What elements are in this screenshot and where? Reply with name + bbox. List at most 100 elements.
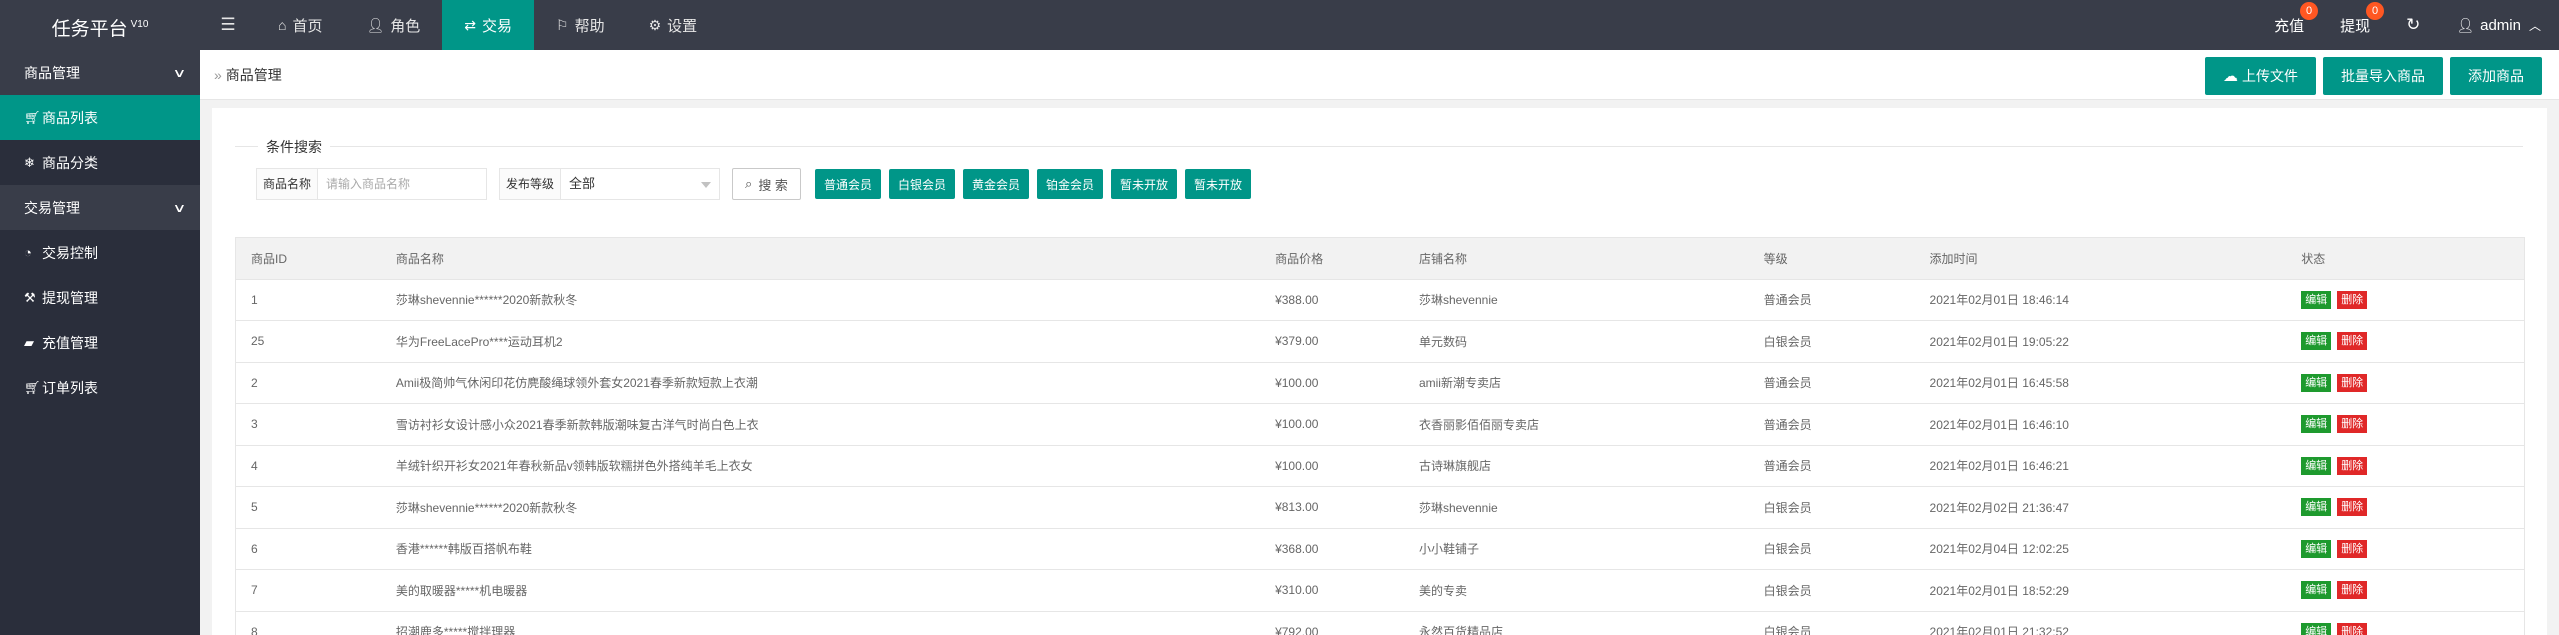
nav-role-label: 角色 xyxy=(390,17,421,35)
breadcrumb-label[interactable]: 商品管理 xyxy=(226,67,282,83)
cell-shop: 美的专卖 xyxy=(1418,583,1467,598)
recharge-link[interactable]: 充值 0 xyxy=(2256,0,2322,50)
recharge-label: 充值 xyxy=(2274,17,2305,35)
nav-trade[interactable]: ⇄ 交易 xyxy=(442,0,535,50)
cell-shop: 单元数码 xyxy=(1418,334,1467,349)
cell-added-time: 2021年02月02日 21:36:47 xyxy=(1929,500,2069,515)
top-bar: 任务平台 V10 ☰ ⌂ 首页 👤︎ 角色 ⇄ 交易 ⚐ 帮助 ⚙ 设置 充值 0 提现 0 ↻… xyxy=(0,0,2559,50)
cloud-upload-icon: ☁ xyxy=(2223,68,2238,85)
cell-name: 招潮鹿多*****搅拌理器 xyxy=(395,625,516,635)
cell-level: 普通会员 xyxy=(1763,459,1812,474)
chevron-down-icon: ∨ xyxy=(172,65,187,80)
brand-title: 任务平台 xyxy=(51,19,128,40)
cell-added-time: 2021年02月01日 18:52:29 xyxy=(1929,583,2069,598)
nav-settings-label: 设置 xyxy=(667,17,698,35)
delete-button[interactable]: 删除 xyxy=(2337,415,2368,434)
level-button-ordinary[interactable]: 普通会员 xyxy=(814,169,881,199)
header-price: 商品价格 xyxy=(1275,251,1324,266)
sidebar-item-goods-category[interactable]: ❄ 商品分类 xyxy=(0,140,200,185)
cell-price: ¥100.00 xyxy=(1275,417,1319,432)
search-button-label: 搜 索 xyxy=(758,177,788,193)
level-select[interactable]: 全部 xyxy=(560,168,721,200)
sidebar-item-trade-control[interactable]: ◔ 交易控制 xyxy=(0,230,200,275)
delete-button[interactable]: 删除 xyxy=(2337,539,2368,558)
cell-status: 编辑 删除 xyxy=(2286,290,2524,309)
search-icon: ⌕ xyxy=(745,176,753,191)
edit-button[interactable]: 编辑 xyxy=(2301,498,2332,517)
cell-id: 1 xyxy=(251,292,258,307)
edit-button[interactable]: 编辑 xyxy=(2301,539,2332,558)
table-row: 7 美的取暖器*****机电暖器 ¥310.00 美的专卖 白银会员 2021年02月01… xyxy=(236,570,2524,612)
nav-home[interactable]: ⌂ 首页 xyxy=(256,0,344,50)
level-button-gold[interactable]: 黄金会员 xyxy=(962,169,1029,199)
level-button-platinum[interactable]: 铂金会员 xyxy=(1036,169,1103,199)
cell-name: 莎琳shevennie******2020新款秋冬 xyxy=(395,500,578,515)
brand-logo[interactable]: 任务平台 V10 xyxy=(0,0,200,50)
cell-id: 8 xyxy=(251,624,258,635)
upload-file-label: 上传文件 xyxy=(2242,68,2298,84)
flag-icon: ⚐ xyxy=(556,16,569,33)
delete-button[interactable]: 删除 xyxy=(2337,456,2368,475)
sidebar-item-goods-list[interactable]: 🛒︎ 商品列表 xyxy=(0,95,200,140)
withdraw-link[interactable]: 提现 0 xyxy=(2322,0,2388,50)
sidebar-item-label: 提现管理 xyxy=(42,289,98,306)
delete-button[interactable]: 删除 xyxy=(2337,581,2368,600)
header-id: 商品ID xyxy=(251,251,288,266)
edit-button[interactable]: 编辑 xyxy=(2301,332,2332,351)
search-row: 商品名称 发布等级 全部 ⌕ 搜 索 普通会员 白银会员 黄金会员 铂金会员 暂未… xyxy=(256,168,1252,200)
cell-price: ¥100.00 xyxy=(1275,458,1319,473)
cell-status: 编辑 删除 xyxy=(2286,498,2524,517)
nav-help[interactable]: ⚐ 帮助 xyxy=(534,0,627,50)
edit-button[interactable]: 编辑 xyxy=(2301,581,2332,600)
withdraw-label: 提现 xyxy=(2340,17,2371,35)
cell-id: 5 xyxy=(251,500,258,515)
gear-icon: ⚙ xyxy=(648,16,662,33)
table-row: 2 Amii极简帅气休闲印花仿麂酸绳球领外套女2021春季新款短款上衣潮 ¥100.… xyxy=(236,363,2524,404)
cell-added-time: 2021年02月01日 21:32:52 xyxy=(1929,625,2069,635)
sidebar-item-recharge[interactable]: ▰ 充值管理 xyxy=(0,320,200,365)
cell-name: 美的取暖器*****机电暖器 xyxy=(395,583,528,598)
edit-button[interactable]: 编辑 xyxy=(2301,290,2332,309)
brand-version: V10 xyxy=(130,19,149,30)
cell-price: ¥310.00 xyxy=(1275,583,1319,598)
user-icon: 👤︎ xyxy=(366,16,385,33)
goods-name-input[interactable] xyxy=(317,168,488,200)
menu-toggle-button[interactable]: ☰ xyxy=(200,0,256,50)
sidebar-group-trade[interactable]: 交易管理 ∨ xyxy=(0,185,200,230)
level-button-closed-1[interactable]: 暂未开放 xyxy=(1111,169,1178,199)
search-button[interactable]: ⌕ 搜 索 xyxy=(732,168,801,200)
nav-role[interactable]: 👤︎ 角色 xyxy=(344,0,442,50)
cell-level: 白银会员 xyxy=(1763,583,1812,598)
recharge-badge: 0 xyxy=(2300,2,2319,20)
user-avatar-icon: 👤︎ xyxy=(2456,16,2475,33)
edit-button[interactable]: 编辑 xyxy=(2301,373,2332,392)
delete-button[interactable]: 删除 xyxy=(2337,332,2368,351)
user-menu[interactable]: 👤︎ admin ︿ xyxy=(2438,0,2559,50)
home-icon: ⌂ xyxy=(278,17,287,33)
top-nav: ☰ ⌂ 首页 👤︎ 角色 ⇄ 交易 ⚐ 帮助 ⚙ 设置 xyxy=(200,0,719,50)
sidebar-item-label: 商品列表 xyxy=(42,109,98,126)
sidebar-item-orders[interactable]: 🛒︎ 订单列表 xyxy=(0,365,200,410)
sidebar-item-withdraw[interactable]: ⚒ 提现管理 xyxy=(0,275,200,320)
cell-status: 编辑 删除 xyxy=(2286,581,2524,600)
refresh-button[interactable]: ↻ xyxy=(2388,0,2438,50)
edit-button[interactable]: 编辑 xyxy=(2301,456,2332,475)
delete-button[interactable]: 删除 xyxy=(2337,373,2368,392)
delete-button[interactable]: 删除 xyxy=(2337,290,2368,309)
upload-file-button[interactable]: ☁ 上传文件 xyxy=(2205,57,2316,95)
batch-import-button[interactable]: 批量导入商品 xyxy=(2323,57,2443,95)
chevron-up-icon: ︿ xyxy=(2528,18,2541,33)
cell-status: 编辑 删除 xyxy=(2286,456,2524,475)
level-button-closed-2[interactable]: 暂未开放 xyxy=(1185,169,1252,199)
nav-settings[interactable]: ⚙ 设置 xyxy=(627,0,720,50)
breadcrumb: » 商品管理 xyxy=(214,50,282,100)
cell-price: ¥792.00 xyxy=(1275,624,1319,635)
edit-button[interactable]: 编辑 xyxy=(2301,415,2332,434)
add-goods-button[interactable]: 添加商品 xyxy=(2450,57,2542,95)
delete-button[interactable]: 删除 xyxy=(2337,622,2368,635)
sidebar-group-goods[interactable]: 商品管理 ∨ xyxy=(0,50,200,95)
delete-button[interactable]: 删除 xyxy=(2337,498,2368,517)
table-row: 3 雪访衬衫女设计感小众2021春季新款韩版潮味复古洋气时尚白色上衣 ¥100.00… xyxy=(236,404,2524,446)
edit-button[interactable]: 编辑 xyxy=(2301,622,2332,635)
level-button-silver[interactable]: 白银会员 xyxy=(888,169,955,199)
